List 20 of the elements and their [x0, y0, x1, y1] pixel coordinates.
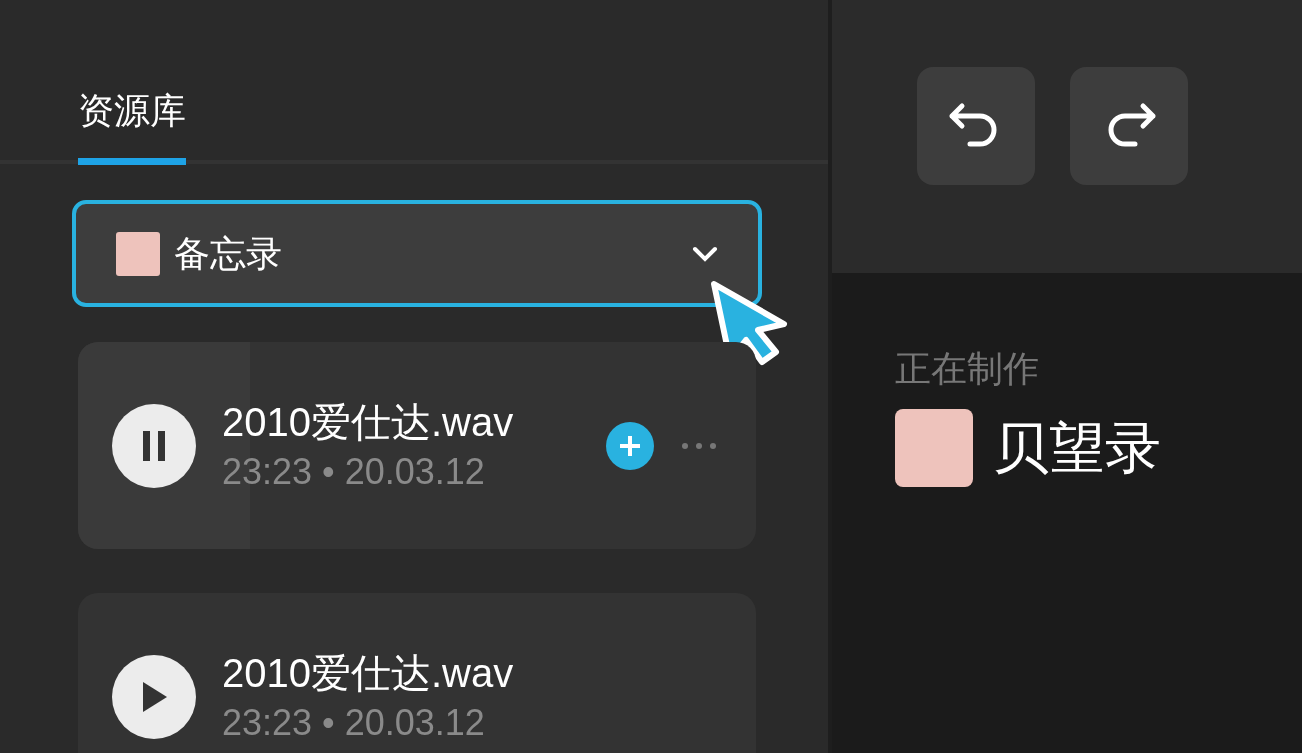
album-cover [116, 231, 160, 276]
library-tab[interactable]: 资源库 [78, 84, 186, 165]
track-card[interactable]: 2010爱仕达.wav 23:23 • 20.03.12 [78, 593, 756, 753]
source-dropdown[interactable]: 备忘录 [72, 200, 762, 307]
dropdown-value: 备忘录 [174, 231, 283, 276]
project-title: 贝望录 [993, 415, 1161, 481]
play-icon [141, 681, 167, 712]
section-label: 正在制作 [895, 347, 1040, 391]
chevron-down-icon [692, 245, 718, 262]
track-title: 2010爱仕达.wav [222, 398, 515, 446]
plus-icon [619, 434, 641, 457]
undo-button[interactable] [917, 67, 1035, 185]
cursor-icon [708, 280, 788, 366]
track-meta: 23:23 • 20.03.12 [222, 449, 486, 494]
pause-icon [141, 430, 167, 461]
track-card[interactable]: 2010爱仕达.wav 23:23 • 20.03.12 [78, 342, 756, 549]
track-meta: 23:23 • 20.03.12 [222, 700, 486, 745]
track-title: 2010爱仕达.wav [222, 649, 515, 697]
add-button[interactable] [606, 421, 654, 470]
redo-button[interactable] [1070, 67, 1188, 185]
